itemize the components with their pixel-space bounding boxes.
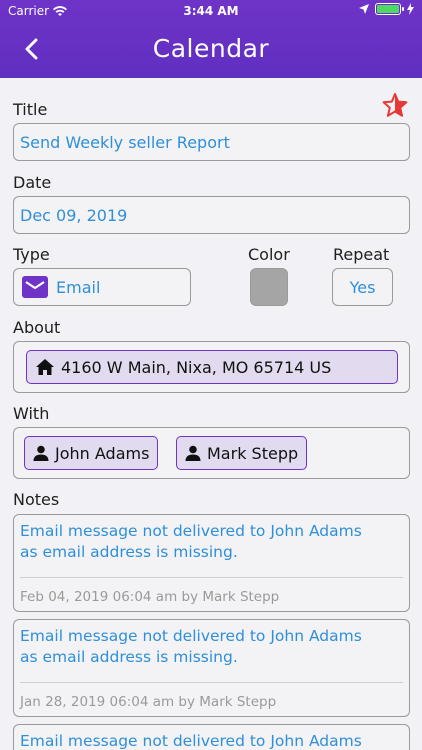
status-bar: Carrier 3:44 AM xyxy=(0,0,422,22)
person-icon xyxy=(185,445,201,461)
note-message-line: Email message not delivered to John Adam… xyxy=(20,522,362,540)
note-message-line: Email message not delivered to John Adam… xyxy=(20,627,362,645)
about-chip[interactable]: 4160 W Main, Nixa, MO 65714 US xyxy=(26,350,398,384)
star-icon[interactable] xyxy=(382,92,408,118)
title-value: Send Weekly seller Report xyxy=(20,132,230,152)
person-chip[interactable]: John Adams xyxy=(24,436,159,470)
type-label: Type xyxy=(13,245,50,264)
battery-icon xyxy=(375,3,404,15)
note-card[interactable]: Email message not delivered to John Adam… xyxy=(13,724,410,750)
title-label: Title xyxy=(13,100,48,119)
battery-fill xyxy=(377,5,399,13)
person-name: John Adams xyxy=(55,443,150,463)
mail-icon xyxy=(22,276,48,298)
color-swatch[interactable] xyxy=(250,268,288,306)
note-card[interactable]: Email message not delivered to John Adam… xyxy=(13,514,410,612)
type-value: Email xyxy=(56,277,101,297)
note-message-line: as email address is missing. xyxy=(20,648,238,666)
with-label: With xyxy=(13,404,50,423)
date-field[interactable]: Dec 09, 2019 xyxy=(13,196,410,234)
nav-header: Carrier 3:44 AM Calendar xyxy=(0,0,422,78)
note-message: Email message not delivered to John Adam… xyxy=(20,731,389,750)
repeat-toggle[interactable]: Yes xyxy=(332,268,393,306)
about-value: 4160 W Main, Nixa, MO 65714 US xyxy=(61,357,332,377)
charging-bolt-icon xyxy=(407,3,414,15)
person-icon xyxy=(33,445,49,461)
note-message: Email message not delivered to John Adam… xyxy=(20,626,389,668)
note-divider xyxy=(20,682,403,683)
color-label: Color xyxy=(248,245,290,264)
date-value: Dec 09, 2019 xyxy=(20,205,128,225)
page-title: Calendar xyxy=(152,34,270,63)
note-card[interactable]: Email message not delivered to John Adam… xyxy=(13,619,410,717)
note-message-line: Email message not delivered to John Adam… xyxy=(20,732,362,750)
note-message: Email message not delivered to John Adam… xyxy=(20,521,389,563)
notes-label: Notes xyxy=(13,490,60,509)
note-message-line: as email address is missing. xyxy=(20,543,238,561)
repeat-label: Repeat xyxy=(333,245,390,264)
title-field[interactable]: Send Weekly seller Report xyxy=(13,123,410,161)
date-label: Date xyxy=(13,173,52,192)
status-right xyxy=(359,3,414,15)
about-container: 4160 W Main, Nixa, MO 65714 US xyxy=(13,341,410,393)
type-select[interactable]: Email xyxy=(13,268,191,306)
note-meta: Feb 04, 2019 06:04 am by Mark Stepp xyxy=(20,589,280,605)
person-chip[interactable]: Mark Stepp xyxy=(176,436,308,470)
repeat-value: Yes xyxy=(349,277,376,297)
location-arrow-icon xyxy=(359,4,369,14)
note-meta: Jan 28, 2019 06:04 am by Mark Stepp xyxy=(20,694,277,710)
home-icon xyxy=(36,359,54,375)
note-divider xyxy=(20,577,403,578)
with-container: John Adams Mark Stepp xyxy=(13,427,410,479)
person-name: Mark Stepp xyxy=(207,443,299,463)
about-label: About xyxy=(13,318,61,337)
